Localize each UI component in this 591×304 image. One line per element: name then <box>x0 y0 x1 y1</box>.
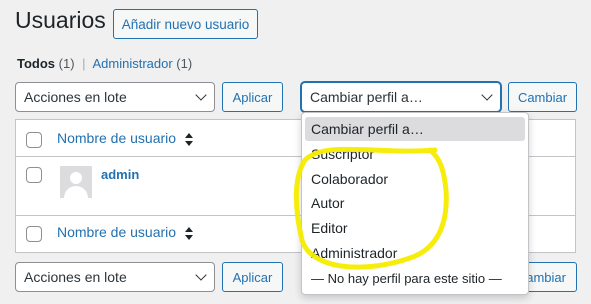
change-role-select-top[interactable]: Cambiar perfil a… <box>301 82 501 112</box>
change-role-value: Cambiar perfil a… <box>310 89 423 105</box>
filter-administrator[interactable]: Administrador <box>92 56 172 71</box>
sort-icon[interactable] <box>185 227 193 241</box>
filter-separator: | <box>82 56 86 71</box>
role-option-administrator[interactable]: Administrador <box>305 241 525 265</box>
role-option-placeholder[interactable]: Cambiar perfil a… <box>305 117 525 141</box>
role-filter-links: Todos (1) | Administrador (1) <box>17 56 192 71</box>
role-dropdown-list: Cambiar perfil a… Suscriptor Colaborador… <box>301 112 529 295</box>
role-option-no-role[interactable]: — No hay perfil para este sitio — <box>305 266 525 290</box>
chevron-down-icon <box>481 89 493 101</box>
role-option-author[interactable]: Autor <box>305 191 525 215</box>
filter-all-count: (1) <box>58 56 75 71</box>
column-footer-username[interactable]: Nombre de usuario <box>57 224 176 240</box>
avatar <box>60 166 92 198</box>
filter-administrator-count: (1) <box>176 56 193 71</box>
role-option-contributor[interactable]: Colaborador <box>305 167 525 191</box>
change-button-top[interactable]: Cambiar <box>508 82 577 112</box>
apply-button-bottom[interactable]: Aplicar <box>222 262 283 292</box>
bulk-actions-select-top[interactable]: Acciones en lote <box>15 82 215 112</box>
chevron-down-icon <box>195 89 207 101</box>
role-option-subscriber[interactable]: Suscriptor <box>305 142 525 166</box>
apply-button-top[interactable]: Aplicar <box>222 82 283 112</box>
filter-all[interactable]: Todos <box>17 56 55 71</box>
add-new-user-button[interactable]: Añadir nuevo usuario <box>113 9 258 39</box>
username-link[interactable]: admin <box>101 167 139 182</box>
select-all-checkbox[interactable] <box>26 132 42 148</box>
bulk-actions-select-bottom[interactable]: Acciones en lote <box>15 262 215 292</box>
role-option-editor[interactable]: Editor <box>305 216 525 240</box>
bulk-actions-value: Acciones en lote <box>24 89 127 105</box>
bulk-actions-value: Acciones en lote <box>24 269 127 285</box>
sort-icon[interactable] <box>185 133 193 147</box>
chevron-down-icon <box>195 269 207 281</box>
page-title: Usuarios <box>15 7 106 33</box>
column-header-username[interactable]: Nombre de usuario <box>57 130 176 146</box>
row-checkbox[interactable] <box>26 167 42 183</box>
select-all-checkbox-footer[interactable] <box>26 226 42 242</box>
